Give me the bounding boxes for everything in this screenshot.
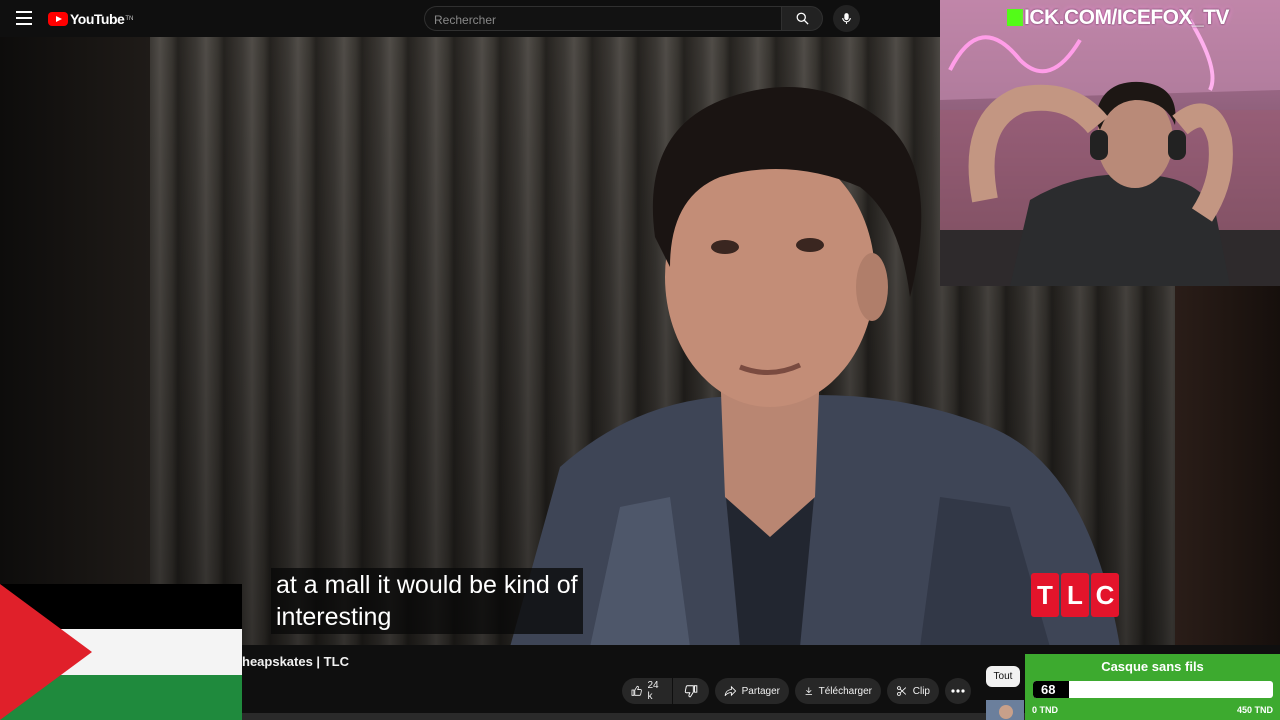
kick-channel-url: ICK.COM/ICEFOX_TV [1024,6,1230,29]
scissors-icon [897,686,907,696]
hamburger-menu-icon[interactable] [16,11,32,25]
more-horizontal-icon [951,689,965,693]
thumbs-up-icon [631,685,642,696]
goal-max-label: 450 TND [1236,705,1273,715]
more-actions-button[interactable] [945,678,971,704]
like-count: 24 k [647,680,659,702]
share-icon [724,685,737,697]
youtube-header: YouTube TN [0,0,940,37]
download-icon [805,687,813,695]
voice-search-button[interactable] [833,5,860,32]
tlc-letter: C [1091,573,1119,617]
country-code: TN [125,16,134,22]
video-title: heapskates | TLC [242,654,349,669]
like-button[interactable]: 24 k [622,678,672,704]
clip-button[interactable]: Clip [887,678,939,704]
youtube-logo[interactable]: YouTube TN [48,11,133,27]
thumbnail-image [986,700,1024,720]
kick-logo-icon [1007,9,1023,26]
goal-progress-bar [1033,681,1273,698]
goal-min-label: 0 TND [1032,705,1059,715]
share-button[interactable]: Partager [715,678,789,704]
youtube-logo-text: YouTube [70,11,125,27]
tlc-letter: T [1031,573,1059,617]
search-icon [796,12,809,25]
caption-line-1: at a mall it would be kind of [276,571,578,599]
clip-label: Clip [912,685,930,697]
dislike-button[interactable] [673,678,709,704]
search-button[interactable] [781,6,823,31]
thumbs-down-icon [684,685,698,698]
goal-current-count: 68 [1041,682,1056,697]
palestine-flag-overlay [0,584,242,720]
recommended-video-thumbnail[interactable] [986,700,1024,720]
tlc-watermark: T L C [1031,573,1121,617]
closed-captions: at a mall it would be kind of interestin… [271,568,583,634]
microphone-icon [842,13,851,24]
streamer-webcam [940,0,1280,286]
download-label: Télécharger [818,685,872,697]
caption-line-2: interesting [276,603,392,631]
tlc-letter: L [1061,573,1089,617]
filter-chip-all[interactable]: Tout [986,666,1020,687]
search-box [424,6,792,32]
webcam-feed [940,0,1280,286]
horizontal-scrollbar[interactable] [242,713,1025,720]
donation-goal-widget: Casque sans fils 68 0 TND 450 TND [1025,654,1280,720]
goal-title: Casque sans fils [1101,659,1204,674]
download-button[interactable]: Télécharger [795,678,881,704]
youtube-play-icon [48,12,68,26]
search-input[interactable] [425,7,792,32]
share-label: Partager [741,685,780,697]
